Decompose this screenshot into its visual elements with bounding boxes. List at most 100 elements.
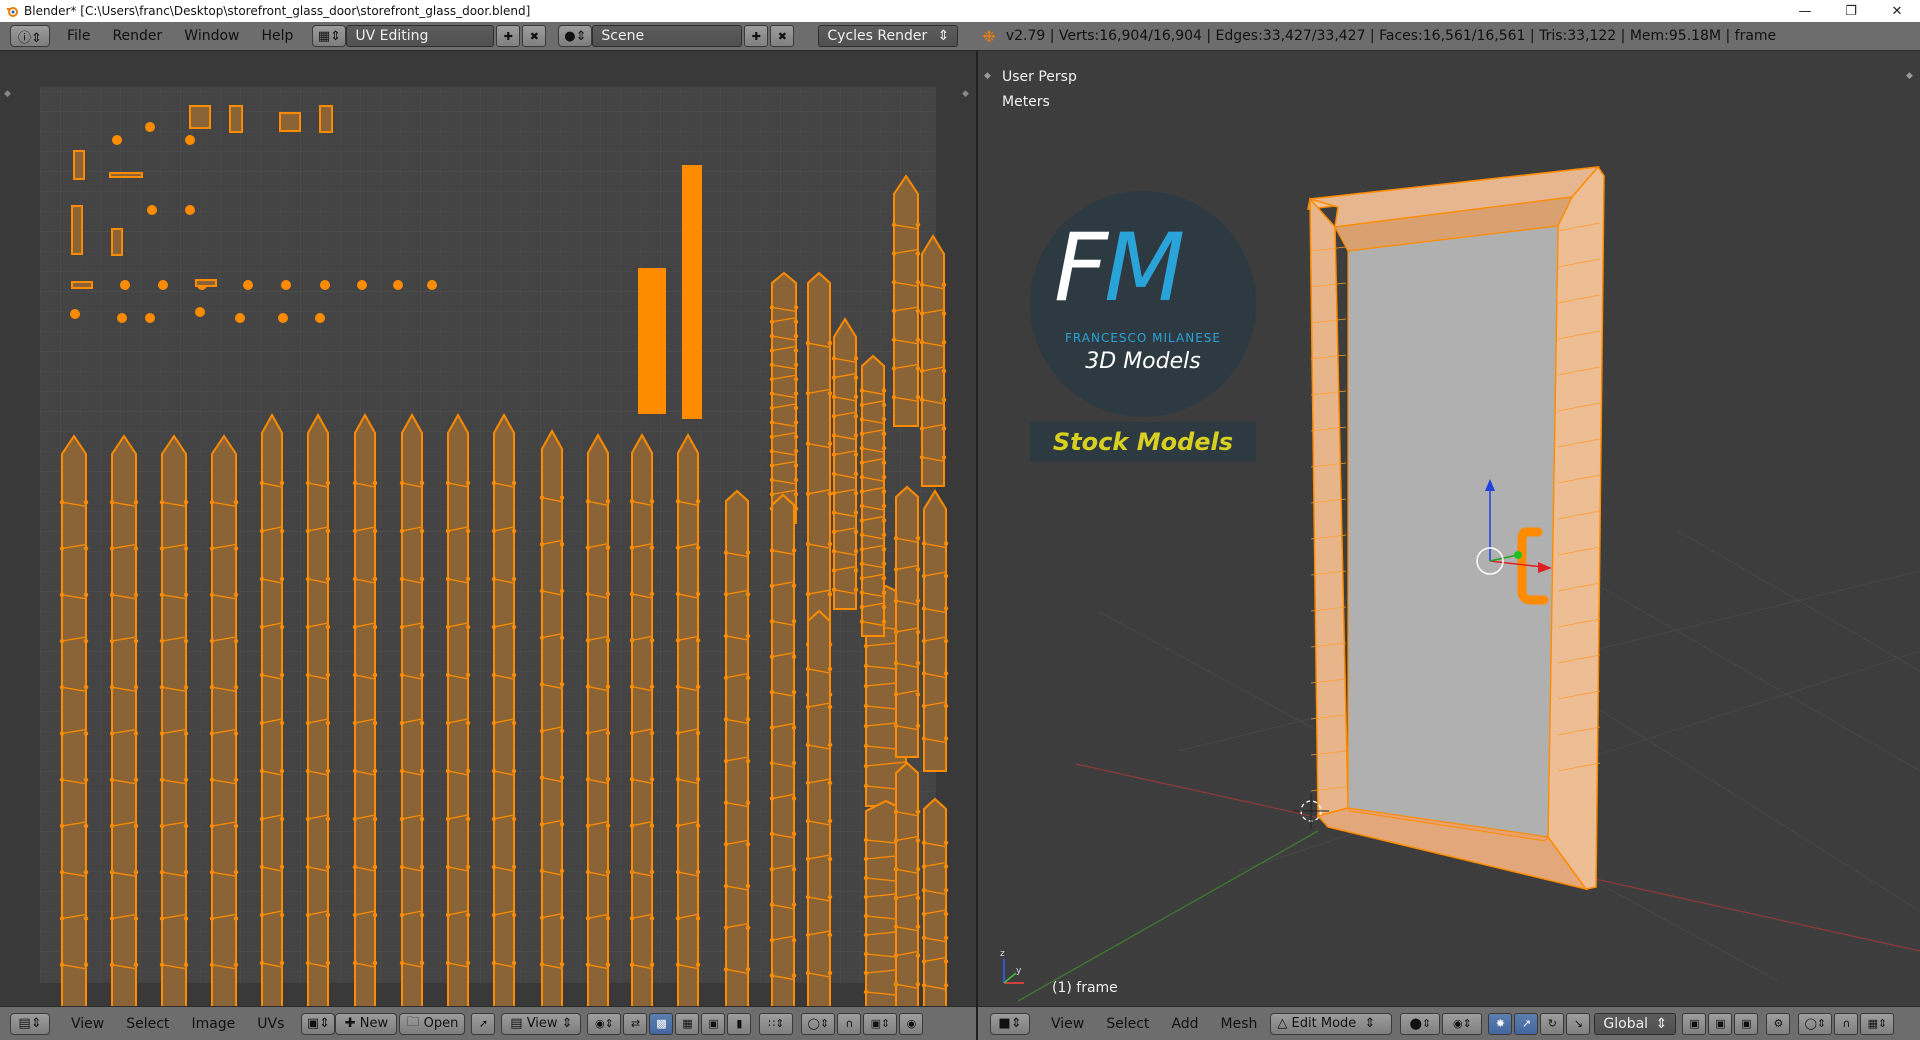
- uv-more-button[interactable]: ◉: [899, 1012, 924, 1035]
- uv-island-strip[interactable]: [109, 434, 139, 1006]
- uv-island-dot[interactable]: [112, 135, 122, 145]
- uv-island-small[interactable]: [111, 228, 123, 256]
- uv-island-small[interactable]: [109, 172, 143, 178]
- uv-island-dot[interactable]: [70, 309, 80, 319]
- menu-render[interactable]: Render: [101, 28, 173, 44]
- sync-selection-button[interactable]: ⇄: [623, 1012, 648, 1035]
- uv-view-mode-dropdown[interactable]: ▤ View ⇕: [501, 1012, 582, 1035]
- delete-scene-button[interactable]: ✖: [770, 25, 795, 47]
- uv-island-strip[interactable]: [445, 412, 471, 1006]
- uv-island-strip[interactable]: [491, 412, 517, 1006]
- uv-island-strip[interactable]: [859, 354, 887, 637]
- scene-selector[interactable]: ●⇕: [558, 25, 593, 47]
- uv-island-strip[interactable]: [921, 489, 949, 772]
- translate-manipulator-button[interactable]: ↗: [1514, 1012, 1539, 1035]
- uv-island-dot[interactable]: [281, 280, 291, 290]
- vp-menu-add[interactable]: Add: [1160, 1016, 1209, 1032]
- uv-island-dot[interactable]: [185, 205, 195, 215]
- uv-island-strip[interactable]: [305, 412, 331, 1006]
- vp-menu-select[interactable]: Select: [1095, 1016, 1160, 1032]
- menu-help[interactable]: Help: [250, 28, 304, 44]
- uv-menu-select[interactable]: Select: [115, 1016, 180, 1032]
- uv-island-small[interactable]: [189, 105, 211, 129]
- layer-button-2[interactable]: ▣: [1708, 1012, 1733, 1035]
- screen-layout-selector[interactable]: ▦⇕: [312, 25, 347, 47]
- render-engine-dropdown[interactable]: Cycles Render ⇕: [818, 25, 959, 47]
- uv-island-small[interactable]: [229, 105, 243, 133]
- sticky-mode-dropdown[interactable]: ∷⇕: [759, 1012, 794, 1035]
- uv-island-strip[interactable]: [805, 609, 833, 1006]
- menu-window[interactable]: Window: [173, 28, 250, 44]
- 3d-viewport-area[interactable]: User Persp Meters ◆ ◆ z y FM FRANCESCO M…: [978, 51, 1920, 1006]
- uv-island-dot[interactable]: [427, 280, 437, 290]
- uv-menu-image[interactable]: Image: [180, 1016, 246, 1032]
- mode-dropdown[interactable]: △ Edit Mode ⇕: [1270, 1012, 1393, 1035]
- editor-type-uv-button[interactable]: ▤⇕: [10, 1012, 50, 1035]
- add-screen-button[interactable]: ✚: [496, 25, 521, 47]
- new-image-button[interactable]: ✚ New: [335, 1012, 398, 1035]
- uv-island-block[interactable]: [682, 165, 702, 419]
- uv-island-dot[interactable]: [393, 280, 403, 290]
- uv-island-dot[interactable]: [320, 280, 330, 290]
- uv-island-strip[interactable]: [629, 432, 655, 1006]
- uv-island-strip[interactable]: [831, 317, 859, 610]
- editor-type-3d-button[interactable]: ■⇕: [990, 1012, 1030, 1035]
- scene-field[interactable]: Scene: [592, 25, 743, 47]
- uv-island-dot[interactable]: [235, 313, 245, 323]
- delete-screen-button[interactable]: ✖: [522, 25, 547, 47]
- open-image-button[interactable]: 🗀 Open: [399, 1012, 466, 1035]
- uv-island-strip[interactable]: [919, 234, 947, 487]
- screen-layout-field[interactable]: UV Editing: [346, 25, 495, 47]
- uv-island-strip[interactable]: [159, 434, 189, 1006]
- uv-island-dot[interactable]: [185, 135, 195, 145]
- uv-island-strip[interactable]: [769, 493, 797, 1006]
- uv-island-dot[interactable]: [195, 307, 205, 317]
- vertex-select-button[interactable]: ▩: [649, 1012, 674, 1035]
- uv-menu-uvs[interactable]: UVs: [246, 1016, 295, 1032]
- uv-snap-target-dropdown[interactable]: ▣⇕: [863, 1012, 898, 1035]
- vp-menu-mesh[interactable]: Mesh: [1210, 1016, 1269, 1032]
- uv-island-strip[interactable]: [399, 412, 425, 1006]
- uv-island-strip[interactable]: [59, 434, 89, 1006]
- pin-image-button[interactable]: ➚: [471, 1012, 496, 1035]
- pivot-dropdown[interactable]: ◉⇕: [587, 1012, 622, 1035]
- transform-orientation-dropdown[interactable]: Global ⇕: [1594, 1012, 1677, 1035]
- uv-island-small[interactable]: [279, 112, 301, 132]
- uv-island-small[interactable]: [71, 281, 93, 289]
- proportional-edit-dropdown[interactable]: ◯⇕: [801, 1012, 836, 1035]
- uv-island-small[interactable]: [71, 205, 83, 255]
- viewport-shading-dropdown[interactable]: ⬤⇕: [1400, 1012, 1441, 1035]
- edge-select-button[interactable]: ▦: [675, 1012, 700, 1035]
- close-button[interactable]: ✕: [1874, 0, 1920, 22]
- editor-type-info-button[interactable]: ⓘ⇕: [10, 25, 50, 47]
- uv-island-strip[interactable]: [209, 434, 239, 1006]
- vp-snap-button[interactable]: ∩: [1834, 1012, 1859, 1035]
- uv-canvas[interactable]: [0, 51, 976, 1006]
- door-frame-mesh[interactable]: [1307, 165, 1606, 891]
- uv-menu-view[interactable]: View: [60, 1016, 115, 1032]
- uv-island-strip[interactable]: [259, 412, 285, 1006]
- uv-island-dot[interactable]: [278, 313, 288, 323]
- uv-island-dot[interactable]: [120, 280, 130, 290]
- browse-image-button[interactable]: ▣⇕: [301, 1012, 336, 1035]
- uv-island-dot[interactable]: [147, 205, 157, 215]
- vp-proportional-edit-dropdown[interactable]: ◯⇕: [1798, 1012, 1833, 1035]
- restore-button[interactable]: ❐: [1828, 0, 1874, 22]
- uv-island-strip[interactable]: [921, 797, 949, 1006]
- menu-file[interactable]: File: [56, 28, 101, 44]
- uv-snap-button[interactable]: ∩: [837, 1012, 862, 1035]
- uv-island-strip[interactable]: [539, 428, 565, 1006]
- uv-island-strip[interactable]: [352, 412, 378, 1006]
- uv-editor-area[interactable]: ◆ ◆: [0, 51, 976, 1006]
- uv-island-strip[interactable]: [891, 174, 921, 427]
- add-scene-button[interactable]: ✚: [744, 25, 769, 47]
- uv-island-dot[interactable]: [145, 313, 155, 323]
- uv-island-strip[interactable]: [675, 432, 701, 1006]
- uv-island-strip[interactable]: [723, 489, 751, 1006]
- uv-island-dot[interactable]: [357, 280, 367, 290]
- uv-island-small[interactable]: [319, 105, 333, 133]
- uv-island-strip[interactable]: [893, 761, 921, 1006]
- uv-island-small[interactable]: [73, 150, 85, 180]
- limit-selection-button[interactable]: ⚙: [1766, 1012, 1791, 1035]
- layer-button-3[interactable]: ▣: [1734, 1012, 1759, 1035]
